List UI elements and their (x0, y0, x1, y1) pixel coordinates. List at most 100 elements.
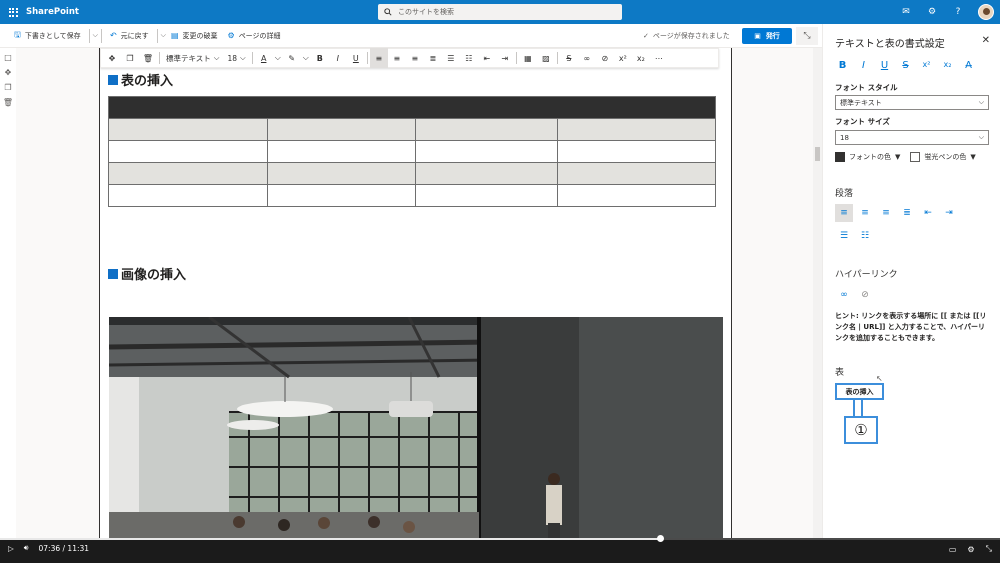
subscript-icon[interactable]: x₂ (940, 60, 955, 71)
superscript-icon[interactable]: x² (919, 60, 934, 71)
style-dropdown[interactable]: 標準テキスト ⌵ (162, 48, 223, 68)
link-icon[interactable]: ∞ (835, 286, 853, 304)
caret-down-icon[interactable]: ▼ (970, 153, 975, 161)
volume-icon[interactable]: 🔊︎ (24, 543, 29, 553)
app-launcher-icon[interactable] (0, 0, 26, 24)
brand-name[interactable]: SharePoint (26, 7, 79, 17)
table-cell[interactable] (557, 118, 716, 141)
chevron-down-icon[interactable]: ⌵ (301, 48, 311, 68)
heading-image[interactable]: 画像の挿入 (108, 264, 186, 283)
duplicate-icon[interactable]: ❐ (4, 83, 11, 92)
table-icon[interactable]: ▦ (519, 48, 537, 68)
publish-button[interactable]: ▣ 発行 (742, 28, 792, 44)
table-cell[interactable] (557, 140, 716, 163)
table-cell[interactable] (267, 184, 416, 207)
outdent-icon[interactable]: ⇤ (478, 48, 496, 68)
chevron-down-icon[interactable]: ⌵ (273, 48, 283, 68)
table-cell[interactable] (108, 184, 268, 207)
captions-icon[interactable]: ▭ (949, 545, 957, 554)
align-right-icon[interactable]: ≡ (877, 204, 895, 222)
align-left-icon[interactable]: ≡ (369, 48, 388, 68)
progress-track[interactable] (0, 535, 1000, 542)
numbered-list-icon[interactable]: ☷ (856, 227, 874, 245)
move-icon[interactable]: ✥ (103, 48, 121, 68)
chevron-down-icon[interactable]: ⌵ (93, 31, 98, 40)
avatar[interactable] (978, 4, 994, 20)
save-draft-button[interactable]: 🖫 下書きとして保存 (0, 24, 86, 48)
subscript-icon[interactable]: x₂ (632, 48, 650, 68)
bold-icon[interactable]: B (835, 60, 850, 71)
table-cell[interactable] (415, 162, 558, 185)
table-cell[interactable] (108, 118, 268, 141)
close-icon[interactable]: ✕ (982, 35, 990, 46)
highlight-icon[interactable]: ✎ (283, 48, 301, 68)
duplicate-icon[interactable]: ❐ (121, 48, 139, 68)
numbered-list-icon[interactable]: ☷ (460, 48, 478, 68)
delete-icon[interactable]: 🗑 (139, 48, 157, 68)
indent-icon[interactable]: ⇥ (940, 204, 958, 222)
help-icon[interactable]: ? (952, 7, 964, 17)
more-icon[interactable]: ⋯ (650, 48, 668, 68)
insert-table-button[interactable]: 表の挿入 (835, 383, 884, 400)
outdent-icon[interactable]: ⇤ (919, 204, 937, 222)
page-details-button[interactable]: ⚙ ページの詳細 (223, 24, 286, 48)
align-center-icon[interactable]: ≡ (388, 48, 406, 68)
search-box[interactable]: このサイトを検索 (378, 4, 622, 20)
move-icon[interactable]: ✥ (5, 68, 12, 77)
table-cell[interactable] (557, 162, 716, 185)
highlight-label[interactable]: 蛍光ペンの色 (924, 152, 966, 162)
megaphone-icon[interactable]: ✉ (900, 7, 912, 17)
delete-icon[interactable]: 🗑 (3, 98, 13, 107)
italic-icon[interactable]: I (856, 60, 871, 71)
table-cell[interactable] (415, 118, 558, 141)
office-photo[interactable] (109, 317, 723, 538)
table-cell[interactable] (108, 162, 268, 185)
table-cell[interactable] (415, 184, 558, 207)
bullet-list-icon[interactable]: ☰ (442, 48, 460, 68)
highlight-swatch[interactable] (910, 152, 921, 162)
superscript-icon[interactable]: x² (614, 48, 632, 68)
italic-icon[interactable]: I (329, 48, 347, 68)
link-icon[interactable]: ∞ (578, 48, 596, 68)
inserted-table[interactable] (108, 96, 716, 207)
fullscreen-exit-icon[interactable]: ⤡ (986, 544, 992, 554)
table-cell[interactable] (415, 140, 558, 163)
settings-icon[interactable]: ⚙ (967, 545, 974, 554)
progress-knob[interactable] (657, 535, 664, 542)
table-cell[interactable] (267, 118, 416, 141)
unlink-icon[interactable]: ⊘ (596, 48, 614, 68)
discard-changes-button[interactable]: ▤ 変更の破棄 (166, 24, 223, 48)
play-icon[interactable]: ▷ (8, 544, 14, 553)
font-color-swatch[interactable] (835, 152, 845, 162)
strikethrough-icon[interactable]: S (898, 60, 913, 71)
image-icon[interactable]: ▨ (537, 48, 555, 68)
underline-icon[interactable]: U (347, 48, 365, 68)
caret-down-icon[interactable]: ▼ (895, 153, 900, 161)
undo-button[interactable]: ↶ 元に戻す (105, 24, 154, 48)
underline-icon[interactable]: U (877, 60, 892, 71)
collapse-icon[interactable]: ⤡ (796, 27, 818, 45)
font-color-label[interactable]: フォントの色 (849, 152, 891, 162)
bold-icon[interactable]: B (311, 48, 329, 68)
edit-section-icon[interactable]: □ (4, 53, 12, 62)
font-style-dropdown[interactable]: 標準テキスト ⌵ (835, 95, 989, 110)
font-color-icon[interactable]: A (255, 48, 273, 68)
indent-icon[interactable]: ⇥ (496, 48, 514, 68)
font-size-dropdown[interactable]: 18 ⌵ (835, 130, 989, 145)
heading-table[interactable]: 表の挿入 (108, 70, 173, 89)
bullet-list-icon[interactable]: ☰ (835, 227, 853, 245)
justify-icon[interactable]: ≣ (424, 48, 442, 68)
table-cell[interactable] (108, 140, 268, 163)
align-right-icon[interactable]: ≡ (406, 48, 424, 68)
strikethrough-icon[interactable]: S (560, 48, 578, 68)
align-left-icon[interactable]: ≡ (835, 204, 853, 222)
size-dropdown[interactable]: 18 ⌵ (223, 48, 249, 68)
table-cell[interactable] (267, 140, 416, 163)
table-cell[interactable] (557, 184, 716, 207)
gear-icon[interactable]: ⚙ (926, 7, 938, 17)
justify-icon[interactable]: ≣ (898, 204, 916, 222)
scrollbar[interactable] (813, 48, 822, 538)
table-cell[interactable] (267, 162, 416, 185)
unlink-icon[interactable]: ⊘ (856, 286, 874, 304)
scrollbar-thumb[interactable] (815, 147, 820, 161)
